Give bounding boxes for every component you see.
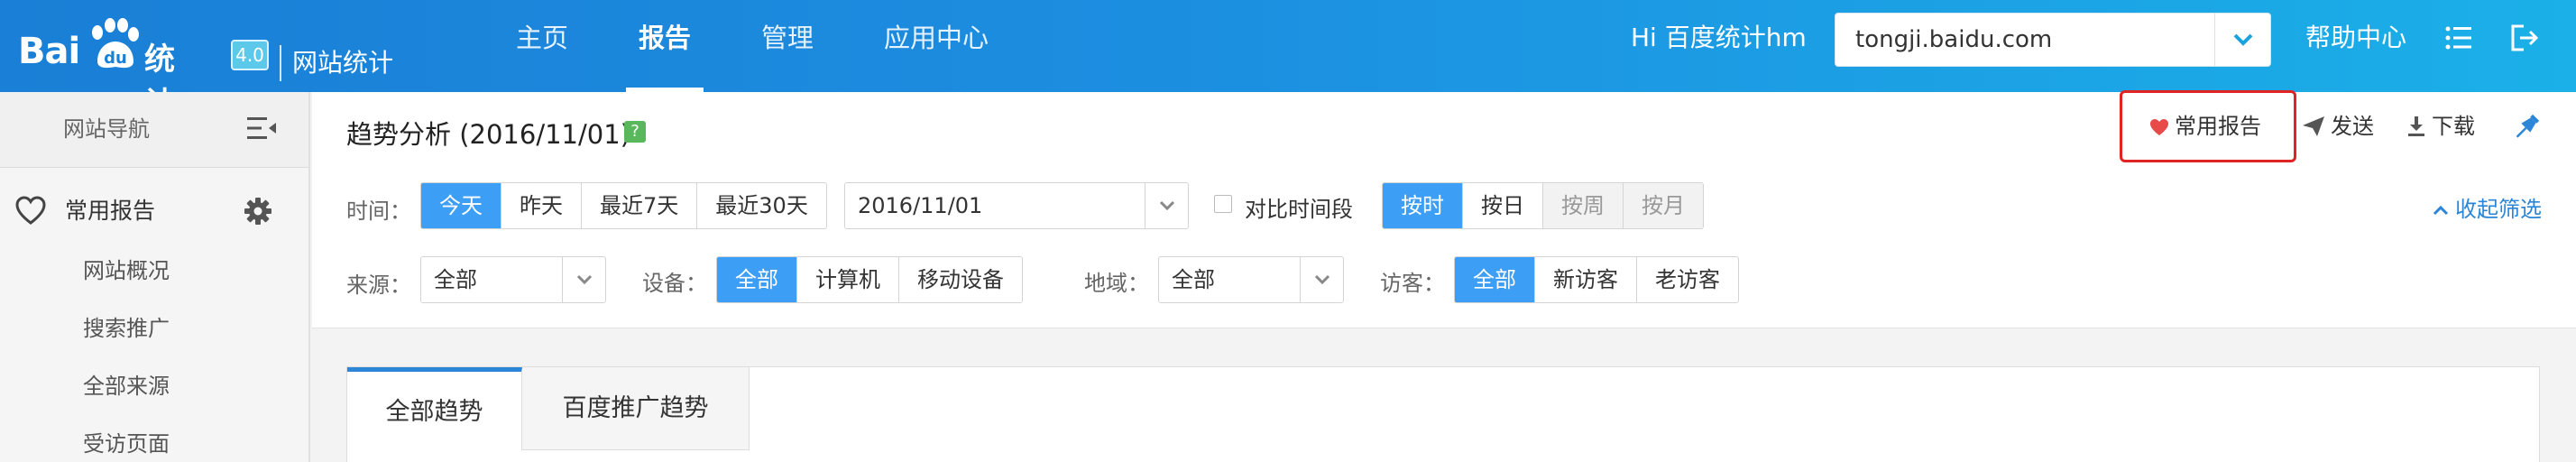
- collapse-filters-link[interactable]: 收起筛选: [2432, 191, 2542, 223]
- nav-manage[interactable]: 管理: [761, 0, 814, 92]
- chevron-down-icon: [576, 274, 593, 285]
- time-option-today[interactable]: 今天: [421, 183, 501, 228]
- sidebar-header: 网站导航: [0, 92, 308, 168]
- granularity-week: 按周: [1543, 183, 1624, 228]
- logo-site-label: 网站统计: [292, 48, 394, 78]
- tab-baidu-promotion-trends[interactable]: 百度推广趋势: [522, 367, 750, 450]
- send-label: 发送: [2331, 114, 2374, 139]
- source-select-toggle[interactable]: [562, 257, 605, 302]
- visitor-selector: 全部 新访客 老访客: [1454, 256, 1739, 303]
- tab-all-trends[interactable]: 全部趋势: [347, 367, 522, 450]
- time-option-yesterday[interactable]: 昨天: [501, 183, 582, 228]
- collapse-filters-label: 收起筛选: [2455, 197, 2542, 222]
- nav-reports[interactable]: 报告: [625, 0, 704, 92]
- compare-period-checkbox[interactable]: [1214, 195, 1232, 213]
- time-label: 时间：: [346, 199, 411, 224]
- granularity-month: 按月: [1624, 183, 1703, 228]
- visitor-option-returning[interactable]: 老访客: [1637, 257, 1738, 302]
- date-picker[interactable]: 2016/11/01: [844, 182, 1189, 229]
- granularity-selector: 按时 按日 按周 按月: [1382, 182, 1704, 229]
- logout-icon[interactable]: [2507, 22, 2540, 54]
- source-value: 全部: [434, 267, 477, 292]
- collapse-sidebar-icon[interactable]: [245, 114, 278, 143]
- sidebar-title: 网站导航: [63, 116, 150, 142]
- date-picker-toggle[interactable]: [1145, 183, 1188, 228]
- chevron-up-icon: [2433, 205, 2449, 216]
- site-select[interactable]: tongji.baidu.com: [1835, 13, 2271, 67]
- favorite-report-label: 常用报告: [2175, 114, 2261, 139]
- site-select-toggle[interactable]: [2214, 14, 2270, 66]
- top-bar: Bai du 统计 4.0 网站统计 主页 报告 管理 应用中心 Hi 百度统计…: [0, 0, 2576, 122]
- compare-period-label: 对比时间段: [1245, 197, 1353, 222]
- source-label: 来源：: [346, 273, 411, 298]
- trend-tab-container: 全部趋势 百度推广趋势: [346, 366, 2540, 462]
- logo-divider: [280, 45, 281, 81]
- pin-icon[interactable]: [2511, 112, 2542, 143]
- time-option-last-30-days[interactable]: 最近30天: [697, 183, 826, 228]
- download-label: 下载: [2432, 114, 2475, 139]
- sidebar-favorites-label: 常用报告: [65, 198, 156, 224]
- nav-home[interactable]: 主页: [516, 0, 568, 92]
- sidebar: 网站导航 常用报告 网站概况 搜索推广 全部来源 受访页面: [0, 92, 310, 462]
- region-select-toggle[interactable]: [1300, 257, 1343, 302]
- download-button[interactable]: 下载: [2406, 92, 2497, 161]
- page-title: 趋势分析 (2016/11/01): [346, 119, 630, 150]
- region-label: 地域：: [1084, 271, 1149, 296]
- send-button[interactable]: 发送: [2302, 92, 2392, 161]
- send-icon: [2303, 116, 2324, 136]
- granularity-day[interactable]: 按日: [1463, 183, 1543, 228]
- device-option-computer[interactable]: 计算机: [797, 257, 899, 302]
- date-value: 2016/11/01: [858, 193, 983, 218]
- chevron-down-icon: [1314, 274, 1330, 285]
- heart-outline-icon: [15, 196, 46, 225]
- sidebar-favorites[interactable]: 常用报告: [0, 168, 308, 254]
- sidebar-item-visited-pages[interactable]: 受访页面: [83, 426, 170, 457]
- nav-app-center[interactable]: 应用中心: [884, 0, 989, 92]
- download-icon: [2408, 116, 2424, 136]
- time-range-selector: 今天 昨天 最近7天 最近30天: [420, 182, 827, 229]
- granularity-hour[interactable]: 按时: [1383, 183, 1463, 228]
- region-select[interactable]: 全部: [1158, 256, 1344, 303]
- visitor-option-all[interactable]: 全部: [1455, 257, 1535, 302]
- device-option-mobile[interactable]: 移动设备: [899, 257, 1022, 302]
- sidebar-item-all-sources[interactable]: 全部来源: [83, 368, 170, 400]
- region-value: 全部: [1172, 267, 1215, 292]
- sidebar-item-overview[interactable]: 网站概况: [83, 253, 170, 284]
- time-option-last-7-days[interactable]: 最近7天: [582, 183, 698, 228]
- chevron-down-icon: [2233, 33, 2253, 46]
- add-favorite-report-button[interactable]: 常用报告: [2120, 90, 2296, 162]
- source-select[interactable]: 全部: [420, 256, 606, 303]
- logo-brand: Bai: [18, 31, 80, 72]
- svg-text:du: du: [104, 49, 127, 68]
- visitor-label: 访客：: [1380, 271, 1445, 296]
- sidebar-item-search-promotion[interactable]: 搜索推广: [83, 310, 170, 342]
- site-select-value: tongji.baidu.com: [1855, 26, 2053, 53]
- visitor-option-new[interactable]: 新访客: [1535, 257, 1637, 302]
- help-center-link[interactable]: 帮助中心: [2305, 0, 2406, 76]
- list-icon[interactable]: [2443, 22, 2475, 54]
- user-greeting[interactable]: Hi 百度统计hm: [1631, 0, 1807, 76]
- device-label: 设备：: [642, 271, 707, 296]
- version-badge: 4.0: [231, 40, 269, 70]
- heart-icon: [2150, 119, 2168, 135]
- report-header-panel: 趋势分析 (2016/11/01) ? 常用报告 发送 下载 时间： 今天 昨天: [312, 90, 2576, 328]
- paw-logo-icon: du: [92, 18, 139, 69]
- device-selector: 全部 计算机 移动设备: [716, 256, 1023, 303]
- chevron-down-icon: [1159, 200, 1175, 211]
- gear-icon[interactable]: [244, 197, 272, 226]
- device-option-all[interactable]: 全部: [717, 257, 797, 302]
- help-question-icon[interactable]: ?: [624, 121, 646, 143]
